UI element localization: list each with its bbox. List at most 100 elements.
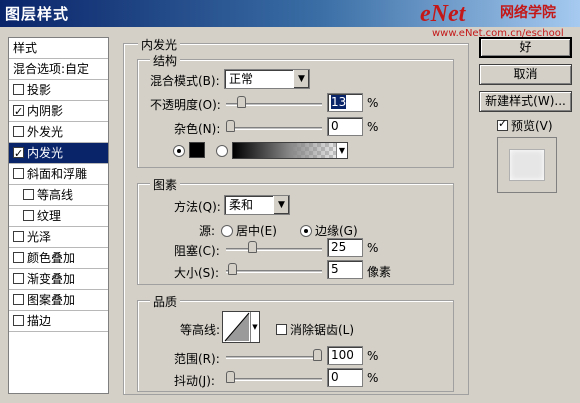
opacity-unit: %: [367, 96, 379, 110]
noise-input[interactable]: 0: [327, 117, 363, 136]
chevron-down-icon: ▼: [273, 196, 289, 214]
jitter-slider-thumb[interactable]: [226, 371, 235, 383]
style-checkbox[interactable]: [13, 273, 24, 284]
style-item-label: 光泽: [27, 230, 52, 244]
opacity-label: 不透明度(O):: [150, 98, 221, 112]
style-item[interactable]: 纹理: [9, 206, 108, 227]
blend-mode-label: 混合模式(B):: [150, 74, 220, 88]
style-item-label: 外发光: [27, 125, 64, 139]
style-checkbox[interactable]: [23, 189, 34, 200]
choke-unit: %: [367, 241, 379, 255]
range-input[interactable]: 100: [327, 346, 363, 365]
style-item[interactable]: 渐变叠加: [9, 269, 108, 290]
style-checkbox[interactable]: [13, 315, 24, 326]
style-checkbox[interactable]: [13, 252, 24, 263]
color-radio[interactable]: [173, 144, 188, 158]
jitter-label: 抖动(J):: [174, 374, 215, 388]
antialias-option[interactable]: 消除锯齿(L): [276, 321, 354, 338]
style-checkbox[interactable]: [13, 294, 24, 305]
style-item-label: 纹理: [37, 209, 62, 223]
chevron-down-icon: ▼: [336, 143, 347, 158]
new-style-button[interactable]: 新建样式(W)...: [479, 91, 572, 112]
watermark-subtitle: 网络学院: [500, 5, 556, 21]
jitter-slider-track[interactable]: [226, 378, 322, 381]
technique-label: 方法(Q):: [174, 200, 221, 214]
style-item[interactable]: 描边: [9, 311, 108, 332]
choke-slider-thumb[interactable]: [247, 241, 257, 253]
style-checkbox[interactable]: [13, 168, 24, 179]
noise-label: 杂色(N):: [174, 122, 221, 136]
preview-swatch: [510, 150, 544, 180]
choke-slider-track[interactable]: [226, 248, 322, 251]
range-label: 范围(R):: [174, 352, 220, 366]
antialias-checkbox[interactable]: [276, 324, 287, 335]
opacity-slider-thumb[interactable]: [237, 96, 247, 108]
chevron-down-icon: ▼: [250, 312, 259, 342]
source-center-option[interactable]: 居中(E): [221, 222, 277, 239]
noise-slider-track[interactable]: [226, 127, 322, 130]
style-checkbox[interactable]: [13, 126, 24, 137]
quality-title: 品质: [150, 293, 181, 310]
window-title: 图层样式: [5, 5, 70, 23]
source-center-radio: [221, 225, 233, 237]
blending-options[interactable]: 混合选项:自定: [9, 59, 108, 80]
style-item[interactable]: 光泽: [9, 227, 108, 248]
noise-slider-thumb[interactable]: [226, 120, 235, 132]
style-item[interactable]: 内阴影: [9, 101, 108, 122]
jitter-unit: %: [367, 371, 379, 385]
style-item[interactable]: 图案叠加: [9, 290, 108, 311]
style-checkbox[interactable]: [13, 102, 24, 122]
range-unit: %: [367, 349, 379, 363]
watermark-logo: eNet: [420, 1, 466, 27]
style-item[interactable]: 外发光: [9, 122, 108, 143]
source-edge-option[interactable]: 边缘(G): [300, 222, 358, 239]
style-checkbox[interactable]: [23, 210, 34, 221]
style-checkbox[interactable]: [13, 144, 24, 164]
contour-curve-icon: [224, 312, 250, 342]
preview-thumbnail: [497, 137, 557, 193]
style-item-label: 等高线: [37, 188, 74, 202]
chevron-down-icon: ▼: [293, 70, 309, 88]
technique-select[interactable]: 柔和 ▼: [224, 195, 290, 215]
style-item-label: 描边: [27, 314, 52, 328]
style-checkbox[interactable]: [13, 231, 24, 242]
size-unit: 像素: [367, 265, 392, 279]
ok-button[interactable]: 好: [479, 37, 572, 58]
range-slider-thumb[interactable]: [313, 349, 322, 361]
choke-input[interactable]: 25: [327, 238, 363, 257]
gradient-radio-dot: [216, 145, 228, 157]
gradient-picker[interactable]: ▼: [232, 142, 348, 159]
glow-color-swatch[interactable]: [189, 142, 205, 158]
contour-picker[interactable]: ▼: [222, 311, 260, 343]
blend-mode-select[interactable]: 正常 ▼: [224, 69, 310, 89]
style-item[interactable]: 颜色叠加: [9, 248, 108, 269]
technique-value: 柔和: [229, 198, 254, 212]
size-slider-track[interactable]: [226, 270, 322, 273]
preview-checkbox[interactable]: [497, 117, 508, 131]
structure-title: 结构: [150, 52, 181, 69]
style-item[interactable]: 等高线: [9, 185, 108, 206]
style-item[interactable]: 投影: [9, 80, 108, 101]
choke-label: 阻塞(C):: [174, 244, 220, 258]
opacity-input[interactable]: 13: [327, 93, 363, 112]
style-item-label: 内阴影: [27, 104, 64, 118]
color-radio-dot: [173, 145, 185, 157]
preview-option[interactable]: 预览(V): [497, 117, 553, 134]
range-slider-track[interactable]: [226, 356, 322, 359]
noise-unit: %: [367, 120, 379, 134]
styles-list: 样式 混合选项:自定 投影内阴影外发光内发光斜面和浮雕等高线纹理光泽颜色叠加渐变…: [8, 37, 109, 394]
style-checkbox[interactable]: [13, 84, 24, 95]
cancel-button[interactable]: 取消: [479, 64, 572, 85]
size-input[interactable]: 5: [327, 260, 363, 279]
style-item-label: 斜面和浮雕: [27, 167, 88, 181]
style-item-label: 投影: [27, 83, 52, 97]
style-item[interactable]: 斜面和浮雕: [9, 164, 108, 185]
style-item[interactable]: 内发光: [9, 143, 108, 164]
styles-header[interactable]: 样式: [9, 38, 108, 59]
contour-label: 等高线:: [180, 323, 221, 337]
size-slider-thumb[interactable]: [227, 263, 237, 275]
size-label: 大小(S):: [174, 266, 220, 280]
style-item-label: 渐变叠加: [27, 272, 76, 286]
jitter-input[interactable]: 0: [327, 368, 363, 387]
gradient-radio[interactable]: [216, 144, 231, 158]
